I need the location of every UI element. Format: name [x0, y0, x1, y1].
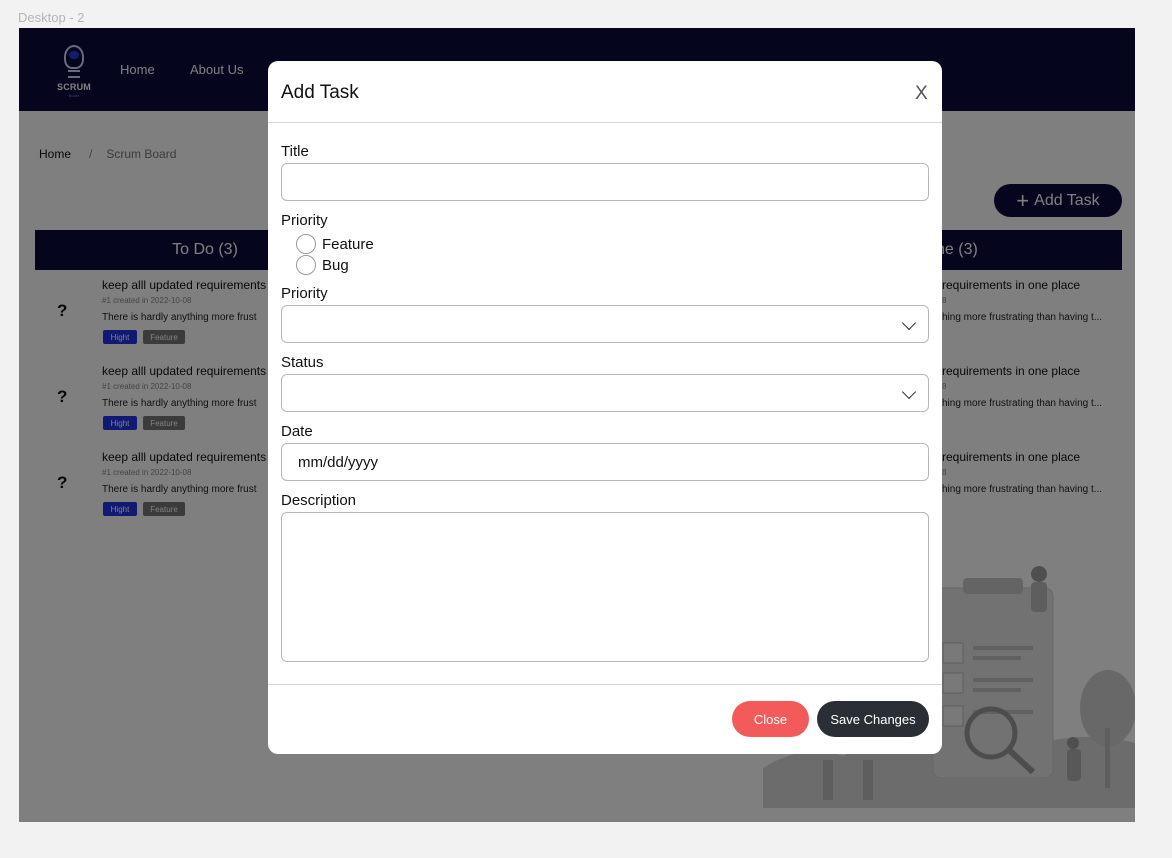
- description-textarea[interactable]: [281, 512, 929, 662]
- modal-footer-divider: [268, 684, 942, 685]
- date-input[interactable]: mm/dd/yyyy: [281, 443, 929, 481]
- modal-header-divider: [268, 122, 942, 123]
- radio-bug-label: Bug: [322, 256, 349, 274]
- status-label: Status: [281, 354, 324, 371]
- modal-close-x-button[interactable]: X: [915, 83, 928, 105]
- title-input[interactable]: [281, 163, 929, 201]
- modal-title: Add Task: [281, 82, 359, 103]
- radio-feature[interactable]: [296, 234, 316, 254]
- save-changes-button[interactable]: Save Changes: [817, 701, 929, 737]
- chevron-down-icon: [901, 384, 917, 400]
- description-label: Description: [281, 492, 357, 509]
- date-label: Date: [281, 423, 313, 440]
- title-label: Title: [281, 143, 309, 160]
- add-task-modal: Add Task X Title Priority Feature Bug Pr…: [268, 61, 942, 754]
- close-button[interactable]: Close: [732, 701, 809, 737]
- priority-radio-label: Priority: [281, 212, 328, 229]
- status-select[interactable]: [281, 374, 929, 412]
- radio-bug[interactable]: [296, 255, 316, 275]
- priority-select[interactable]: [281, 305, 929, 343]
- radio-option-feature[interactable]: Feature: [296, 234, 374, 254]
- radio-feature-label: Feature: [322, 235, 374, 253]
- radio-option-bug[interactable]: Bug: [296, 255, 349, 275]
- chevron-down-icon: [901, 315, 917, 331]
- priority-select-label: Priority: [281, 285, 328, 302]
- frame-label: Desktop - 2: [18, 10, 85, 25]
